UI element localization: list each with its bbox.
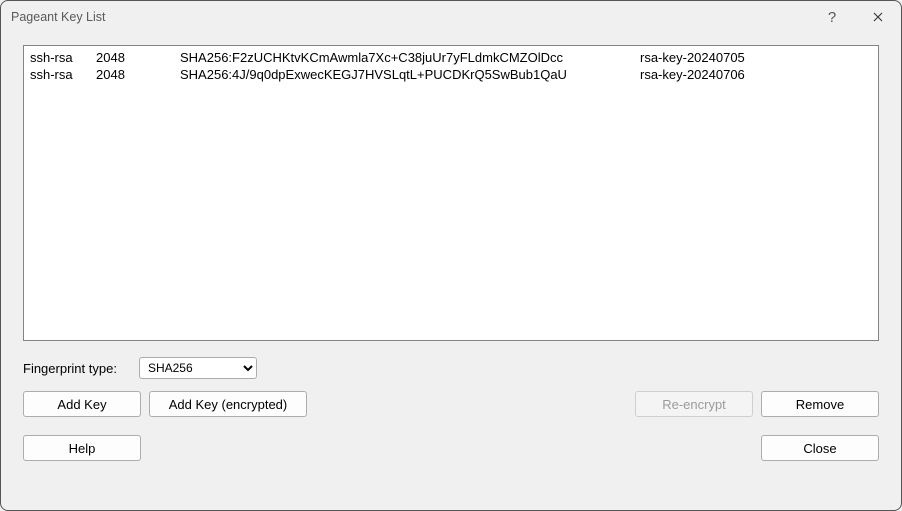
close-icon[interactable] — [855, 1, 901, 33]
close-button[interactable]: Close — [761, 435, 879, 461]
key-type: ssh-rsa — [30, 49, 96, 66]
help-icon[interactable]: ? — [809, 1, 855, 33]
fingerprint-type-select[interactable]: SHA256 — [139, 357, 257, 379]
key-name: rsa-key-20240706 — [640, 66, 872, 83]
window-title: Pageant Key List — [11, 10, 106, 24]
fingerprint-row: Fingerprint type: SHA256 — [23, 357, 879, 379]
add-key-encrypted-button[interactable]: Add Key (encrypted) — [149, 391, 307, 417]
remove-button[interactable]: Remove — [761, 391, 879, 417]
titlebar: Pageant Key List ? — [1, 1, 901, 33]
help-button[interactable]: Help — [23, 435, 141, 461]
key-fingerprint: SHA256:F2zUCHKtvKCmAwmla7Xc+C38juUr7yFLd… — [180, 49, 640, 66]
reencrypt-button: Re-encrypt — [635, 391, 753, 417]
add-key-button[interactable]: Add Key — [23, 391, 141, 417]
list-item[interactable]: ssh-rsa2048SHA256:4J/9q0dpExwecKEGJ7HVSL… — [30, 66, 872, 83]
fingerprint-label: Fingerprint type: — [23, 361, 117, 376]
key-list[interactable]: ssh-rsa2048SHA256:F2zUCHKtvKCmAwmla7Xc+C… — [23, 45, 879, 341]
key-bits: 2048 — [96, 66, 180, 83]
key-fingerprint: SHA256:4J/9q0dpExwecKEGJ7HVSLqtL+PUCDKrQ… — [180, 66, 640, 83]
key-type: ssh-rsa — [30, 66, 96, 83]
key-name: rsa-key-20240705 — [640, 49, 872, 66]
list-item[interactable]: ssh-rsa2048SHA256:F2zUCHKtvKCmAwmla7Xc+C… — [30, 49, 872, 66]
content-area: ssh-rsa2048SHA256:F2zUCHKtvKCmAwmla7Xc+C… — [1, 33, 901, 510]
button-row-1: Add Key Add Key (encrypted) Re-encrypt R… — [23, 391, 879, 417]
key-bits: 2048 — [96, 49, 180, 66]
pageant-window: Pageant Key List ? ssh-rsa2048SHA256:F2z… — [0, 0, 902, 511]
button-row-2: Help Close — [23, 435, 879, 461]
